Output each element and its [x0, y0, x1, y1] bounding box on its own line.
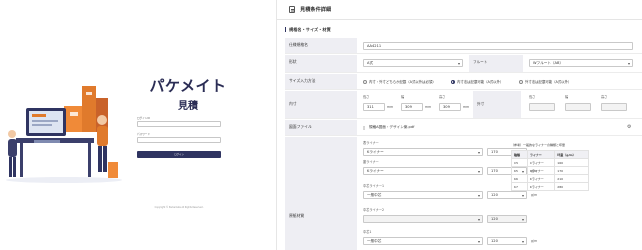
mid3-weight-select[interactable]: 120 [487, 237, 527, 246]
material-label: 原紙材質 [285, 137, 357, 250]
outer-size-label: 外寸 [473, 91, 521, 118]
front-liner-label: 表ライナー [363, 141, 379, 145]
mid1-label: 中芯ライナー1 [363, 184, 385, 188]
width-input[interactable]: 309 [401, 103, 423, 111]
length-unit: mm [387, 105, 394, 109]
table-cell: Kライナー [526, 182, 556, 191]
size-option-outer[interactable]: 外寸法は記載可能（A式以外） [519, 79, 571, 84]
table-row: K5 Kライナー 170 [511, 166, 589, 175]
radio-icon [363, 79, 367, 84]
table-row: K6 Kライナー 210 [511, 174, 589, 183]
table-cell: 160 [554, 158, 589, 167]
flute-label: フルート [469, 55, 523, 72]
size-option-either[interactable]: 内寸・外寸どちらか記載（A式以外は必須） [363, 79, 436, 84]
outer-width-label: 幅 [565, 95, 569, 99]
ref-col-liner: ライナー [526, 150, 556, 159]
table-cell: 210 [554, 174, 589, 183]
shape-label: 形状 [285, 55, 357, 72]
app-logo: パケメイト 見積 [140, 75, 236, 112]
outer-length-input [529, 103, 555, 111]
length-input[interactable]: 311 [363, 103, 385, 111]
ref-col-type: 種類 [511, 150, 528, 159]
table-cell: Kライナー [526, 166, 556, 175]
outer-height-input [601, 103, 627, 111]
height-label: 高さ [439, 95, 446, 99]
table-row: C5 Cライナー 160 [511, 158, 589, 167]
width-unit: mm [425, 105, 432, 109]
height-unit: mm [463, 105, 470, 109]
mid3-weight-unit: g/m [531, 239, 538, 243]
copyright-text: Copyright © Packemate All Rights Reserve… [154, 206, 204, 209]
drawing-row: 図面ファイル ▯ 規格A図面・デザイン案.pdf ⚙ [285, 120, 642, 136]
table-cell: Cライナー [526, 158, 556, 167]
mid2-label: 中芯ライナー2 [363, 208, 385, 212]
inner-size-row: 内寸 長さ 311 mm 幅 309 mm 高さ 309 mm 外寸 長さ 幅 … [285, 91, 642, 119]
radio-selected-icon [451, 79, 455, 84]
table-cell: K7 [511, 182, 528, 191]
drawing-file-link[interactable]: 規格A図面・デザイン案.pdf [369, 125, 414, 130]
ref-table: 種類 ライナー 坪量（g/m） C5 Cライナー 160 K5 Kライナー 17… [511, 150, 589, 191]
inner-size-label: 内寸 [285, 91, 357, 118]
section-title: 規格名・サイズ・材質 [285, 27, 331, 32]
mid1-select[interactable]: 一般中芯 [363, 191, 483, 200]
mid1-weight-unit: g/m [531, 193, 538, 197]
spec-name-row: 仕様規格名 AA4211 [285, 38, 642, 54]
shape-select[interactable]: A式 [363, 59, 463, 68]
table-cell: C5 [511, 158, 528, 167]
outer-length-label: 長さ [529, 95, 536, 99]
document-icon [289, 6, 295, 13]
password-input[interactable] [137, 137, 221, 143]
back-liner-label: 裏ライナー [363, 160, 379, 164]
ref-col-weight: 坪量（g/m） [554, 150, 589, 159]
form-title: 見積条件詳細 [300, 7, 332, 13]
gear-icon[interactable]: ⚙ [627, 124, 631, 130]
password-label: パスワード [137, 133, 150, 136]
size-method-label: サイズ入力方法 [285, 74, 357, 89]
size-option-inner[interactable]: 内寸法は記載可能（A式以外） [451, 79, 503, 84]
brand-subtitle: 見積 [178, 101, 198, 112]
table-cell: 280 [554, 182, 589, 191]
width-label: 幅 [401, 95, 405, 99]
table-cell: K6 [511, 174, 528, 183]
login-id-input[interactable] [137, 121, 221, 127]
table-cell: K5 [511, 166, 528, 175]
mid3-select[interactable]: 一般中芯 [363, 237, 483, 246]
office-illustration [6, 86, 122, 183]
login-id-label: ログインID [137, 117, 151, 120]
mid1-weight-select[interactable]: 120 [487, 191, 527, 200]
login-button[interactable]: ログイン [137, 151, 221, 158]
back-liner-select[interactable]: Kライナー [363, 167, 483, 176]
size-method-row: サイズ入力方法 内寸・外寸どちらか記載（A式以外は必須） 内寸法は記載可能（A式… [285, 74, 642, 90]
table-cell: 170 [554, 166, 589, 175]
mid2-weight-select: 120 [487, 215, 527, 224]
login-pane: パケメイト 見積 ログインID パスワード ログイン Copyright © P… [0, 0, 262, 250]
form-header: 見積条件詳細 [277, 0, 642, 20]
estimate-form-pane: 見積条件詳細 規格名・サイズ・材質 仕様規格名 AA4211 形状 A式 フルー… [276, 0, 642, 250]
shape-row: 形状 A式 フルート Wフルート（AB） [285, 55, 642, 73]
radio-icon [519, 79, 523, 84]
table-row: K7 Kライナー 280 [511, 182, 589, 191]
outer-height-label: 高さ [601, 95, 608, 99]
mid2-select [363, 215, 483, 224]
file-icon: ▯ [363, 124, 366, 130]
front-liner-select[interactable]: Kライナー [363, 148, 483, 157]
spec-name-input[interactable]: AA4211 [363, 41, 633, 50]
brand-name: パケメイト [149, 77, 227, 95]
outer-width-input [565, 103, 591, 111]
mid3-label: 中芯1 [363, 230, 372, 234]
spec-name-label: 仕様規格名 [285, 38, 357, 53]
drawing-label: 図面ファイル [285, 120, 357, 135]
length-label: 長さ [363, 95, 370, 99]
height-input[interactable]: 309 [439, 103, 461, 111]
table-cell: Kライナー [526, 174, 556, 183]
flute-select[interactable]: Wフルート（AB） [529, 59, 633, 68]
ref-table-title: （参考）一般的なライナーの種類と坪量 [511, 143, 565, 147]
